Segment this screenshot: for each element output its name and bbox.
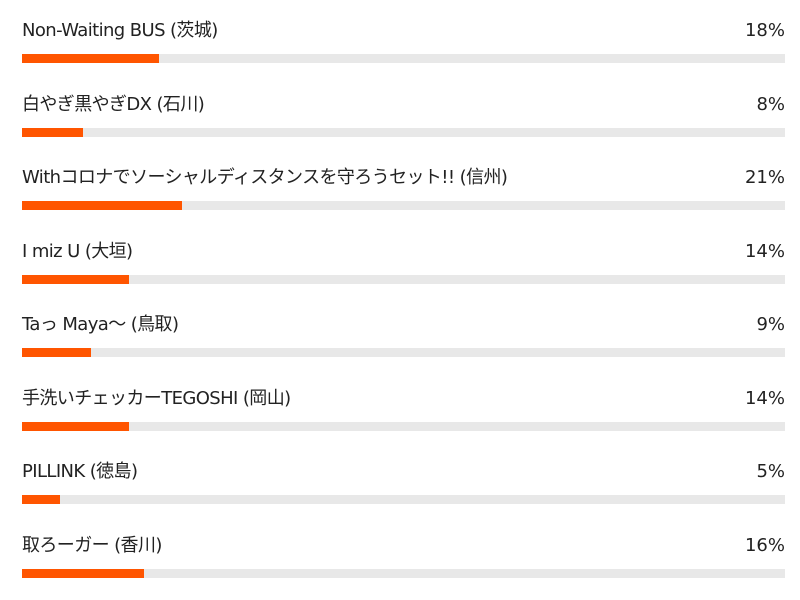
bar-track [22,348,785,357]
bar-fill [22,495,61,504]
option-label: Non-Waiting BUS (茨城) [22,20,218,41]
bar-fill [22,568,145,578]
bar-fill [22,201,183,210]
option-label: I miz U (大垣) [22,240,133,262]
percentage-label: 5% [756,461,785,482]
option-label: 取ろーガー (香川) [22,534,162,556]
bar-track [22,421,785,431]
bar-track [22,274,785,284]
bar-track [22,568,785,578]
result-row: 白やぎ黒やぎDX (石川) 8% [22,93,785,153]
bar-fill [22,421,129,431]
result-row: I miz U (大垣) 14% [22,240,785,300]
bar-fill [22,274,129,284]
result-row: PILLINK (徳島) 5% [22,460,785,520]
option-label: Taっ Maya〜 (鳥取) [22,314,179,335]
result-row: Withコロナでソーシャルディスタンスを守ろうセット!! (信州) 21% [22,166,785,226]
bar-fill [22,54,160,63]
result-row: Non-Waiting BUS (茨城) 18% [22,19,785,79]
bar-fill [22,348,91,357]
result-row: 取ろーガー (香川) 16% [22,534,785,594]
option-label: PILLINK (徳島) [22,461,138,482]
option-label: 手洗いチェッカーTEGOSHI (岡山) [22,387,291,409]
bar-track [22,495,785,504]
bar-fill [22,127,84,137]
bar-track [22,127,785,137]
option-label: 白やぎ黒やぎDX (石川) [22,93,205,115]
percentage-label: 14% [744,240,785,262]
bar-track [22,201,785,210]
percentage-label: 9% [756,314,785,335]
result-row: Taっ Maya〜 (鳥取) 9% [22,313,785,373]
bar-track [22,54,785,63]
percentage-label: 21% [744,167,785,188]
percentage-label: 14% [744,387,785,409]
percentage-label: 18% [744,20,785,41]
option-label: Withコロナでソーシャルディスタンスを守ろうセット!! (信州) [22,167,508,188]
percentage-label: 16% [744,534,785,556]
result-row: 手洗いチェッカーTEGOSHI (岡山) 14% [22,387,785,447]
percentage-label: 8% [756,93,785,115]
